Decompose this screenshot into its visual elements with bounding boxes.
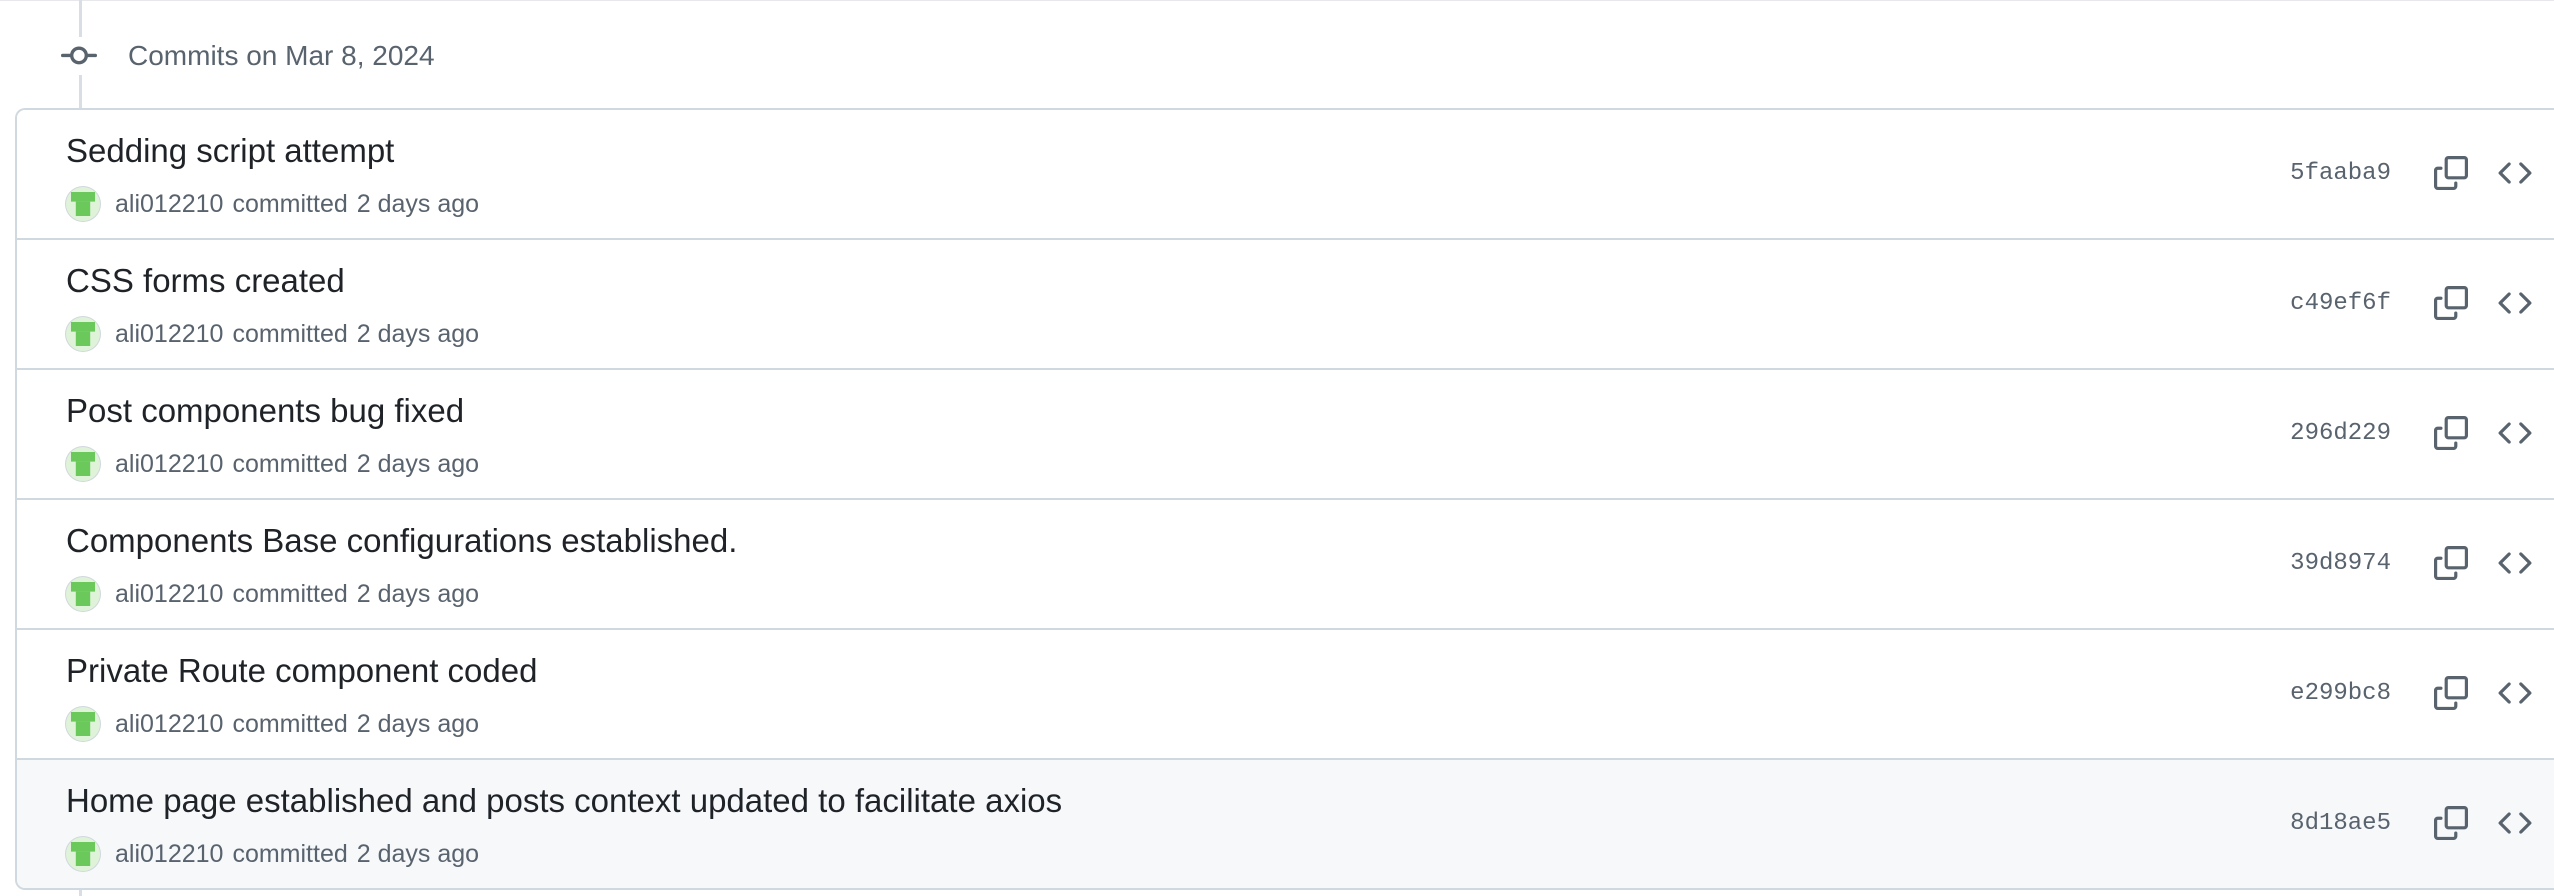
copy-sha-button[interactable] — [2423, 535, 2479, 591]
top-divider — [0, 0, 2554, 1]
copy-icon — [2434, 676, 2468, 710]
commit-meta: ali012210 committed 2 days ago — [66, 446, 479, 482]
browse-files-button[interactable] — [2487, 665, 2543, 721]
author-avatar[interactable] — [66, 317, 100, 351]
commit-group-title: Commits on Mar 8, 2024 — [128, 40, 435, 71]
commit-title-link[interactable]: Post components bug fixed — [66, 392, 464, 430]
commit-sha-link[interactable]: e299bc8 — [2290, 680, 2391, 707]
copy-icon — [2434, 286, 2468, 320]
author-avatar[interactable] — [66, 577, 100, 611]
commit-action-text: committed — [232, 319, 348, 348]
browse-files-button[interactable] — [2487, 535, 2543, 591]
browse-files-button[interactable] — [2487, 145, 2543, 201]
commit-row: Components Base configurations establish… — [17, 498, 2554, 628]
commit-time: 2 days ago — [356, 189, 480, 218]
author-link[interactable]: ali012210 — [115, 710, 223, 739]
copy-sha-button[interactable] — [2423, 405, 2479, 461]
copy-sha-button[interactable] — [2423, 145, 2479, 201]
browse-files-button[interactable] — [2487, 275, 2543, 331]
author-link[interactable]: ali012210 — [115, 320, 223, 349]
commit-action-text: committed — [232, 189, 348, 218]
commit-row: Sedding script attempt ali012210 committ… — [17, 110, 2554, 238]
author-link[interactable]: ali012210 — [115, 580, 223, 609]
commit-action-text: committed — [232, 579, 348, 608]
copy-sha-button[interactable] — [2423, 275, 2479, 331]
git-commit-icon — [60, 37, 98, 75]
commit-action-text: committed — [232, 449, 348, 478]
copy-icon — [2434, 806, 2468, 840]
commit-row: CSS forms created ali012210 committed 2 … — [17, 238, 2554, 368]
commit-meta: ali012210 committed 2 days ago — [66, 836, 479, 872]
code-icon — [2498, 292, 2532, 314]
commit-meta: ali012210 committed 2 days ago — [66, 576, 479, 612]
browse-files-button[interactable] — [2487, 795, 2543, 851]
author-avatar[interactable] — [66, 447, 100, 481]
commit-actions: 5faaba9 — [2290, 138, 2543, 208]
commit-row: Home page established and posts context … — [17, 758, 2554, 888]
commit-title-link[interactable]: Sedding script attempt — [66, 132, 394, 170]
commit-sha-link[interactable]: 8d18ae5 — [2290, 810, 2391, 837]
author-link[interactable]: ali012210 — [115, 190, 223, 219]
author-link[interactable]: ali012210 — [115, 450, 223, 479]
code-icon — [2498, 162, 2532, 184]
commit-list: Sedding script attempt ali012210 committ… — [15, 108, 2554, 890]
commit-title-link[interactable]: Home page established and posts context … — [66, 782, 1062, 820]
commit-action-text: committed — [232, 709, 348, 738]
commit-sha-link[interactable]: c49ef6f — [2290, 290, 2391, 317]
commit-sha-link[interactable]: 39d8974 — [2290, 550, 2391, 577]
commit-meta: ali012210 committed 2 days ago — [66, 706, 479, 742]
author-link[interactable]: ali012210 — [115, 840, 223, 869]
commit-time: 2 days ago — [356, 579, 480, 608]
commit-time: 2 days ago — [356, 319, 480, 348]
commit-title-link[interactable]: CSS forms created — [66, 262, 345, 300]
copy-icon — [2434, 156, 2468, 190]
commit-title-link[interactable]: Private Route component coded — [66, 652, 537, 690]
commit-time: 2 days ago — [356, 449, 480, 478]
author-avatar[interactable] — [66, 187, 100, 221]
commit-sha-link[interactable]: 296d229 — [2290, 420, 2391, 447]
copy-sha-button[interactable] — [2423, 665, 2479, 721]
commit-actions: 296d229 — [2290, 398, 2543, 468]
author-avatar[interactable] — [66, 837, 100, 871]
commit-actions: 8d18ae5 — [2290, 788, 2543, 858]
commit-time: 2 days ago — [356, 709, 480, 738]
commit-meta: ali012210 committed 2 days ago — [66, 186, 479, 222]
copy-icon — [2434, 546, 2468, 580]
commit-actions: 39d8974 — [2290, 528, 2543, 598]
commit-actions: e299bc8 — [2290, 658, 2543, 728]
code-icon — [2498, 682, 2532, 704]
copy-sha-button[interactable] — [2423, 795, 2479, 851]
commit-actions: c49ef6f — [2290, 268, 2543, 338]
commit-meta: ali012210 committed 2 days ago — [66, 316, 479, 352]
code-icon — [2498, 422, 2532, 444]
commit-row: Post components bug fixed ali012210 comm… — [17, 368, 2554, 498]
commit-sha-link[interactable]: 5faaba9 — [2290, 160, 2391, 187]
code-icon — [2498, 812, 2532, 834]
browse-files-button[interactable] — [2487, 405, 2543, 461]
copy-icon — [2434, 416, 2468, 450]
code-icon — [2498, 552, 2532, 574]
commit-time: 2 days ago — [356, 839, 480, 868]
commit-row: Private Route component coded ali012210 … — [17, 628, 2554, 758]
author-avatar[interactable] — [66, 707, 100, 741]
commit-title-link[interactable]: Components Base configurations establish… — [66, 522, 737, 560]
commit-group-header: Commits on Mar 8, 2024 — [60, 28, 435, 84]
commit-action-text: committed — [232, 839, 348, 868]
